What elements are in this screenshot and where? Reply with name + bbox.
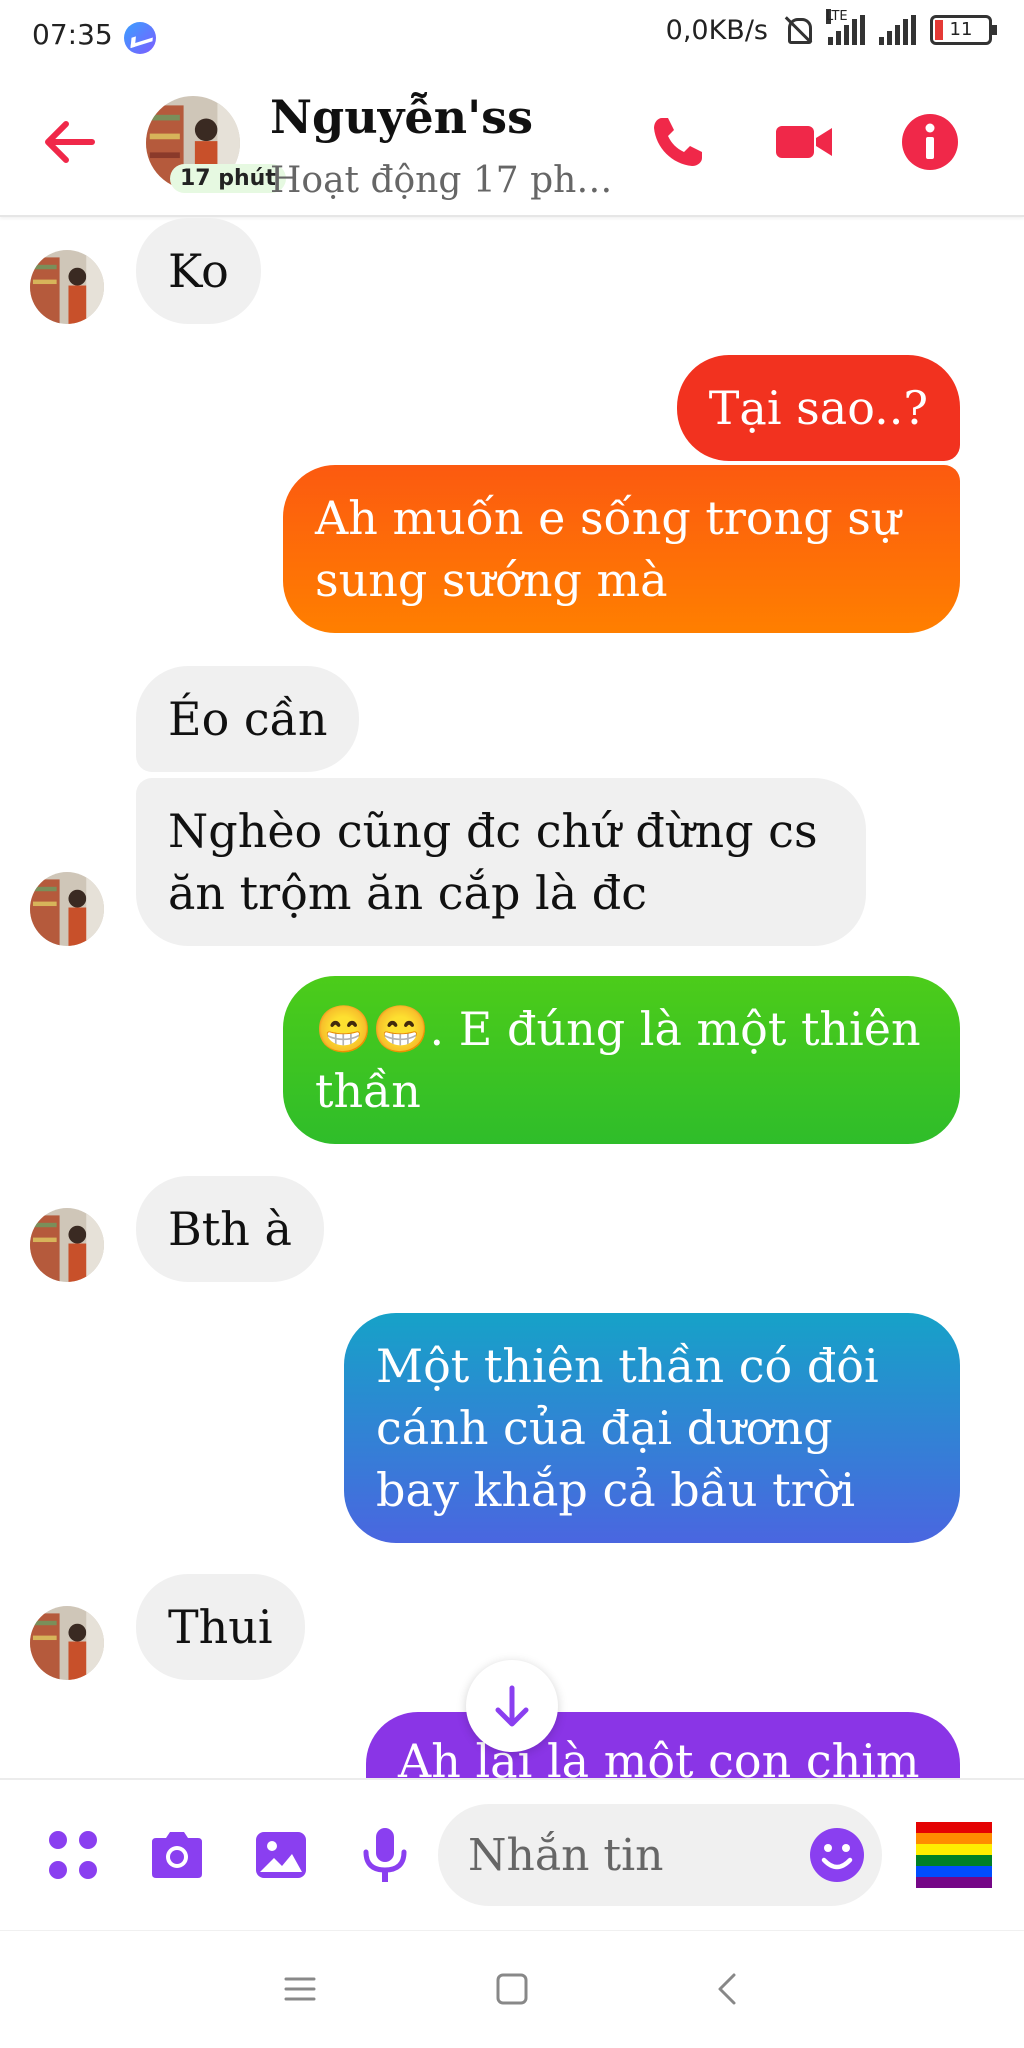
message-bubble-received[interactable]: Nghèo cũng đc chứ đừng cs ăn trộm ăn cắp… xyxy=(136,778,866,946)
message-bubble-sent[interactable]: Ah muốn e sống trong sự sung sướng mà xyxy=(283,465,960,633)
menu-icon xyxy=(284,1977,316,2001)
four-dots-icon xyxy=(49,1831,97,1879)
gallery-button[interactable] xyxy=(250,1824,312,1886)
muted-bell-icon xyxy=(782,14,814,46)
smiley-icon xyxy=(810,1828,864,1882)
message-bubble-sent[interactable]: Một thiên thần có đôi cánh của đại dương… xyxy=(344,1313,960,1543)
more-actions-button[interactable] xyxy=(42,1824,104,1886)
recent-apps-button[interactable] xyxy=(270,1959,330,2019)
rainbow-flag-reaction-button[interactable] xyxy=(914,1818,994,1890)
microphone-icon xyxy=(363,1828,407,1882)
messenger-notification-icon xyxy=(124,22,156,54)
battery-level: 11 xyxy=(949,19,973,40)
contact-name[interactable]: Nguyễn'ss xyxy=(270,90,533,144)
square-icon xyxy=(496,1973,528,2005)
camera-icon xyxy=(152,1832,202,1878)
camera-button[interactable] xyxy=(146,1824,208,1886)
avatar-photo xyxy=(30,250,104,324)
voice-call-button[interactable] xyxy=(646,110,710,174)
status-indicators: 0,0KB/s LTE 11 xyxy=(665,9,997,46)
message-bubble-sent[interactable]: Tại sao..? xyxy=(676,355,960,461)
emoji-button[interactable] xyxy=(806,1824,868,1886)
message-bubble-received[interactable]: Bth à xyxy=(136,1176,324,1282)
message-composer xyxy=(0,1778,1024,1928)
video-call-button[interactable] xyxy=(772,110,836,174)
back-arrow-icon xyxy=(45,121,95,163)
message-bubble-sent[interactable]: 😁😁. E đúng là một thiên thần xyxy=(283,976,960,1144)
message-bubble-received[interactable]: Éo cần xyxy=(136,666,360,772)
network-speed: 0,0KB/s xyxy=(665,14,768,46)
chat-header: 17 phút Nguyễn'ss Hoạt động 17 phút... xyxy=(0,72,1024,217)
lte-label: LTE xyxy=(826,9,848,24)
battery-icon: 11 xyxy=(930,15,997,45)
scroll-to-bottom-button[interactable] xyxy=(466,1660,558,1752)
contact-status: Hoạt động 17 phút... xyxy=(270,160,630,201)
sender-avatar[interactable] xyxy=(30,1208,104,1282)
voice-message-button[interactable] xyxy=(354,1824,416,1886)
phone-icon xyxy=(654,118,702,166)
active-time-badge: 17 phút xyxy=(170,164,286,193)
avatar-photo xyxy=(30,1208,104,1282)
video-camera-icon xyxy=(776,126,832,158)
info-icon xyxy=(902,114,958,170)
system-navigation-bar xyxy=(0,1930,1024,2048)
status-time: 07:35 xyxy=(32,18,113,51)
message-bubble-received[interactable]: Thui xyxy=(136,1574,305,1680)
avatar-photo xyxy=(30,1606,104,1680)
lte-signal-icon: LTE xyxy=(826,9,865,45)
sender-avatar[interactable] xyxy=(30,872,104,946)
arrow-down-icon xyxy=(495,1685,529,1727)
status-bar: 07:35 0,0KB/s LTE 11 xyxy=(0,0,1024,72)
conversation-info-button[interactable] xyxy=(898,110,962,174)
chevron-left-icon xyxy=(718,1973,736,2005)
rainbow-flag-icon xyxy=(916,1822,992,1888)
avatar-photo xyxy=(30,872,104,946)
sender-avatar[interactable] xyxy=(30,250,104,324)
back-button[interactable] xyxy=(40,112,100,172)
signal-icon xyxy=(879,15,916,45)
message-bubble-received[interactable]: Ko xyxy=(136,218,261,324)
message-bubble-sent[interactable]: Ah lại là một con chim xyxy=(366,1712,960,1778)
system-back-button[interactable] xyxy=(698,1959,758,2019)
home-button[interactable] xyxy=(482,1959,542,2019)
sender-avatar[interactable] xyxy=(30,1606,104,1680)
image-icon xyxy=(256,1832,306,1878)
